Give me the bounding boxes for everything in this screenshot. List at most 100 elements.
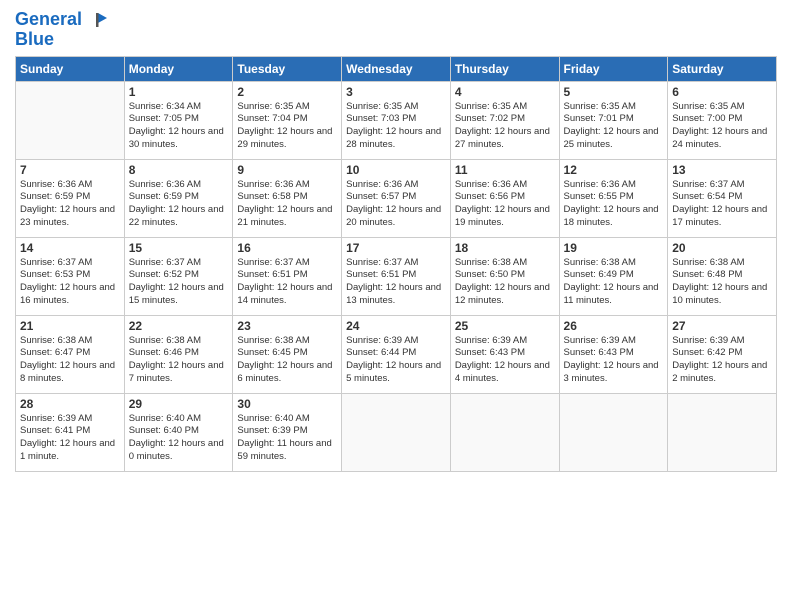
cell-info: Sunrise: 6:36 AMSunset: 6:56 PMDaylight:… xyxy=(455,179,555,230)
sunset-text: Sunset: 6:58 PM xyxy=(237,191,307,202)
day-number: 3 xyxy=(346,85,446,99)
sunrise-text: Sunrise: 6:36 AM xyxy=(346,179,418,190)
daylight-text: Daylight: 12 hours and 19 minutes. xyxy=(455,204,550,228)
day-number: 9 xyxy=(237,163,337,177)
day-number: 19 xyxy=(564,241,664,255)
day-number: 24 xyxy=(346,319,446,333)
sunset-text: Sunset: 6:45 PM xyxy=(237,347,307,358)
sunrise-text: Sunrise: 6:39 AM xyxy=(20,413,92,424)
cell-info: Sunrise: 6:40 AMSunset: 6:40 PMDaylight:… xyxy=(129,413,229,464)
sunrise-text: Sunrise: 6:38 AM xyxy=(455,257,527,268)
calendar-cell xyxy=(668,393,777,471)
daylight-text: Daylight: 12 hours and 23 minutes. xyxy=(20,204,115,228)
calendar-cell: 7Sunrise: 6:36 AMSunset: 6:59 PMDaylight… xyxy=(16,159,125,237)
calendar-cell: 23Sunrise: 6:38 AMSunset: 6:45 PMDayligh… xyxy=(233,315,342,393)
sunrise-text: Sunrise: 6:37 AM xyxy=(129,257,201,268)
cell-info: Sunrise: 6:38 AMSunset: 6:46 PMDaylight:… xyxy=(129,335,229,386)
sunrise-text: Sunrise: 6:36 AM xyxy=(129,179,201,190)
daylight-text: Daylight: 12 hours and 22 minutes. xyxy=(129,204,224,228)
day-number: 10 xyxy=(346,163,446,177)
day-number: 30 xyxy=(237,397,337,411)
sunset-text: Sunset: 6:51 PM xyxy=(346,269,416,280)
calendar-cell: 19 Sunrise: 6:38 AMSunset: 6:49 PMDayligh… xyxy=(559,237,668,315)
cell-info: Sunrise: 6:38 AMSunset: 6:48 PMDaylight:… xyxy=(672,257,772,308)
calendar-header-row: SundayMondayTuesdayWednesdayThursdayFrid… xyxy=(16,56,777,81)
cell-info: Sunrise: 6:39 AMSunset: 6:41 PM Daylight:… xyxy=(20,413,120,464)
calendar-cell: 20Sunrise: 6:38 AMSunset: 6:48 PMDayligh… xyxy=(668,237,777,315)
cell-info: Sunrise: 6:36 AMSunset: 6:57 PM Daylight:… xyxy=(346,179,446,230)
cell-info: Sunrise: 6:35 AMSunset: 7:01 PMDaylight:… xyxy=(564,101,664,152)
cell-info: Sunrise: 6:38 AMSunset: 6:49 PMDaylight:… xyxy=(564,257,664,308)
sunrise-text: Sunrise: 6:37 AM xyxy=(346,257,418,268)
calendar-cell: 10 Sunrise: 6:36 AMSunset: 6:57 PM Dayligh… xyxy=(342,159,451,237)
sunrise-text: Sunrise: 6:38 AM xyxy=(564,257,636,268)
calendar-cell: 27Sunrise: 6:39 AMSunset: 6:42 PMDayligh… xyxy=(668,315,777,393)
day-number: 15 xyxy=(129,241,229,255)
daylight-text: Daylight: 12 hours and 16 minutes. xyxy=(20,282,115,306)
logo-general: General xyxy=(15,9,82,29)
calendar-cell: 13Sunrise: 6:37 AMSunset: 6:54 PMDayligh… xyxy=(668,159,777,237)
calendar-cell: 17 Sunrise: 6:37 AMSunset: 6:51 PM Dayligh… xyxy=(342,237,451,315)
sunrise-text: Sunrise: 6:40 AM xyxy=(129,413,201,424)
daylight-text: Daylight: 12 hours and 17 minutes. xyxy=(672,204,767,228)
daylight-text: Daylight: 12 hours and 11 minutes. xyxy=(564,282,659,306)
sunrise-text: Sunrise: 6:35 AM xyxy=(455,101,527,112)
daylight-text: Daylight: 12 hours and 28 minutes. xyxy=(346,126,441,150)
daylight-text: Daylight: 12 hours and 20 minutes. xyxy=(346,204,441,228)
calendar-cell xyxy=(450,393,559,471)
calendar-cell: 26Sunrise: 6:39 AMSunset: 6:43 PMDayligh… xyxy=(559,315,668,393)
page: General Blue SundayMondayTuesdayWednesda… xyxy=(0,0,792,612)
daylight-text: Daylight: 12 hours and 18 minutes. xyxy=(564,204,659,228)
day-number: 21 xyxy=(20,319,120,333)
calendar-cell: 24Sunrise: 6:39 AMSunset: 6:44 PMDayligh… xyxy=(342,315,451,393)
col-header-wednesday: Wednesday xyxy=(342,56,451,81)
sunrise-text: Sunrise: 6:36 AM xyxy=(237,179,309,190)
daylight-text: Daylight: 12 hours and 14 minutes. xyxy=(237,282,332,306)
sunset-text: Sunset: 7:05 PM xyxy=(129,113,199,124)
calendar-cell: 4Sunrise: 6:35 AMSunset: 7:02 PMDaylight… xyxy=(450,81,559,159)
calendar-cell: 1Sunrise: 6:34 AMSunset: 7:05 PMDaylight… xyxy=(124,81,233,159)
sunset-text: Sunset: 6:59 PM xyxy=(129,191,199,202)
calendar-cell: 9 Sunrise: 6:36 AMSunset: 6:58 PM Daylight… xyxy=(233,159,342,237)
calendar-week-row: 1Sunrise: 6:34 AMSunset: 7:05 PMDaylight… xyxy=(16,81,777,159)
day-number: 12 xyxy=(564,163,664,177)
cell-info: Sunrise: 6:37 AMSunset: 6:51 PM Daylight:… xyxy=(346,257,446,308)
day-number: 27 xyxy=(672,319,772,333)
day-number: 6 xyxy=(672,85,772,99)
calendar-cell: 6Sunrise: 6:35 AMSunset: 7:00 PMDaylight… xyxy=(668,81,777,159)
day-number: 22 xyxy=(129,319,229,333)
day-number: 14 xyxy=(20,241,120,255)
daylight-text: Daylight: 12 hours and 0 minutes. xyxy=(129,438,224,462)
cell-info: Sunrise: 6:38 AMSunset: 6:50 PMDaylight:… xyxy=(455,257,555,308)
daylight-text: Daylight: 12 hours and 24 minutes. xyxy=(672,126,767,150)
logo-flag-icon xyxy=(89,11,107,29)
sunrise-text: Sunrise: 6:36 AM xyxy=(564,179,636,190)
calendar-week-row: 21Sunrise: 6:38 AMSunset: 6:47 PMDayligh… xyxy=(16,315,777,393)
daylight-text: Daylight: 12 hours and 6 minutes. xyxy=(237,360,332,384)
day-number: 8 xyxy=(129,163,229,177)
sunset-text: Sunset: 6:57 PM xyxy=(346,191,416,202)
sunset-text: Sunset: 6:55 PM xyxy=(564,191,634,202)
calendar-cell: 5Sunrise: 6:35 AMSunset: 7:01 PMDaylight… xyxy=(559,81,668,159)
daylight-text: Daylight: 11 hours and 59 minutes. xyxy=(237,438,331,462)
col-header-sunday: Sunday xyxy=(16,56,125,81)
calendar-cell: 28Sunrise: 6:39 AMSunset: 6:41 PMDayligh… xyxy=(16,393,125,471)
daylight-text: Daylight: 12 hours and 12 minutes. xyxy=(455,282,550,306)
sunset-text: Sunset: 6:41 PM xyxy=(20,425,90,436)
calendar-cell xyxy=(342,393,451,471)
day-number: 7 xyxy=(20,163,120,177)
daylight-text: Daylight: 12 hours and 13 minutes. xyxy=(346,282,441,306)
sunrise-text: Sunrise: 6:35 AM xyxy=(346,101,418,112)
cell-info: Sunrise: 6:36 AMSunset: 6:59 PM Daylight:… xyxy=(129,179,229,230)
sunrise-text: Sunrise: 6:38 AM xyxy=(129,335,201,346)
daylight-text: Daylight: 12 hours and 1 minute. xyxy=(20,438,115,462)
sunrise-text: Sunrise: 6:35 AM xyxy=(237,101,309,112)
sunrise-text: Sunrise: 6:39 AM xyxy=(672,335,744,346)
day-number: 17 xyxy=(346,241,446,255)
daylight-text: Daylight: 12 hours and 15 minutes. xyxy=(129,282,224,306)
daylight-text: Daylight: 12 hours and 2 minutes. xyxy=(672,360,767,384)
daylight-text: Daylight: 12 hours and 21 minutes. xyxy=(237,204,332,228)
daylight-text: Daylight: 12 hours and 7 minutes. xyxy=(129,360,224,384)
cell-info: Sunrise: 6:35 AMSunset: 7:02 PMDaylight:… xyxy=(455,101,555,152)
day-number: 26 xyxy=(564,319,664,333)
